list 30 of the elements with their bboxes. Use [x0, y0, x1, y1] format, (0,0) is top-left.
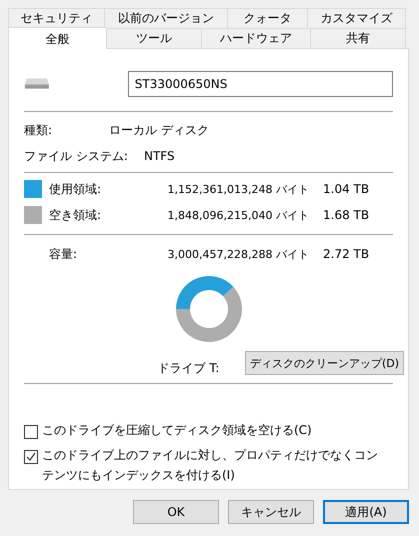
size-value: 1.04 TB	[323, 182, 370, 196]
byte-count: 3,000,457,228,288 バイト	[168, 246, 309, 262]
dialog-button[interactable]: OK	[133, 500, 219, 524]
field-value: ローカル ディスク	[109, 122, 209, 138]
field-label: ファイル システム:	[24, 148, 128, 164]
size-value: 1.68 TB	[323, 208, 370, 222]
field-label: 空き領域:	[49, 206, 102, 224]
drive-icon	[24, 77, 50, 91]
checkbox[interactable]	[24, 425, 38, 439]
drive-name-field[interactable]: ST33000650NS	[128, 71, 393, 97]
dialog-button[interactable]: 適用(A)	[323, 500, 409, 524]
disk-cleanup-button[interactable]: ディスクのクリーンアップ(D)	[244, 351, 404, 375]
byte-count: 1,848,096,215,040 バイト	[168, 208, 309, 222]
used-space-slice	[176, 276, 233, 309]
checkbox-label: このドライブを圧縮してディスク領域を空ける(C)	[42, 422, 313, 439]
field-label: 容量:	[49, 246, 78, 262]
tab[interactable]: 全般	[8, 27, 107, 49]
dialog-button[interactable]: キャンセル	[228, 500, 314, 524]
drive-label: ドライブ T:	[158, 360, 220, 376]
tab[interactable]: カスタマイズ	[307, 8, 406, 28]
byte-count: 1,152,361,013,248 バイト	[168, 182, 309, 196]
field-label: 種類:	[24, 122, 52, 138]
field-value: NTFS	[144, 149, 175, 163]
tab[interactable]: セキュリティ	[8, 8, 105, 28]
checkbox-label: このドライブ上のファイルに対し、プロパティだけでなくコンテンツにもインデックスを付ける(I)	[42, 447, 379, 484]
size-value: 2.72 TB	[323, 247, 370, 261]
tab[interactable]: 共有	[310, 28, 406, 48]
checkbox[interactable]	[24, 450, 38, 464]
field-label: 使用領域:	[49, 180, 102, 198]
free-space-slice	[176, 286, 242, 342]
